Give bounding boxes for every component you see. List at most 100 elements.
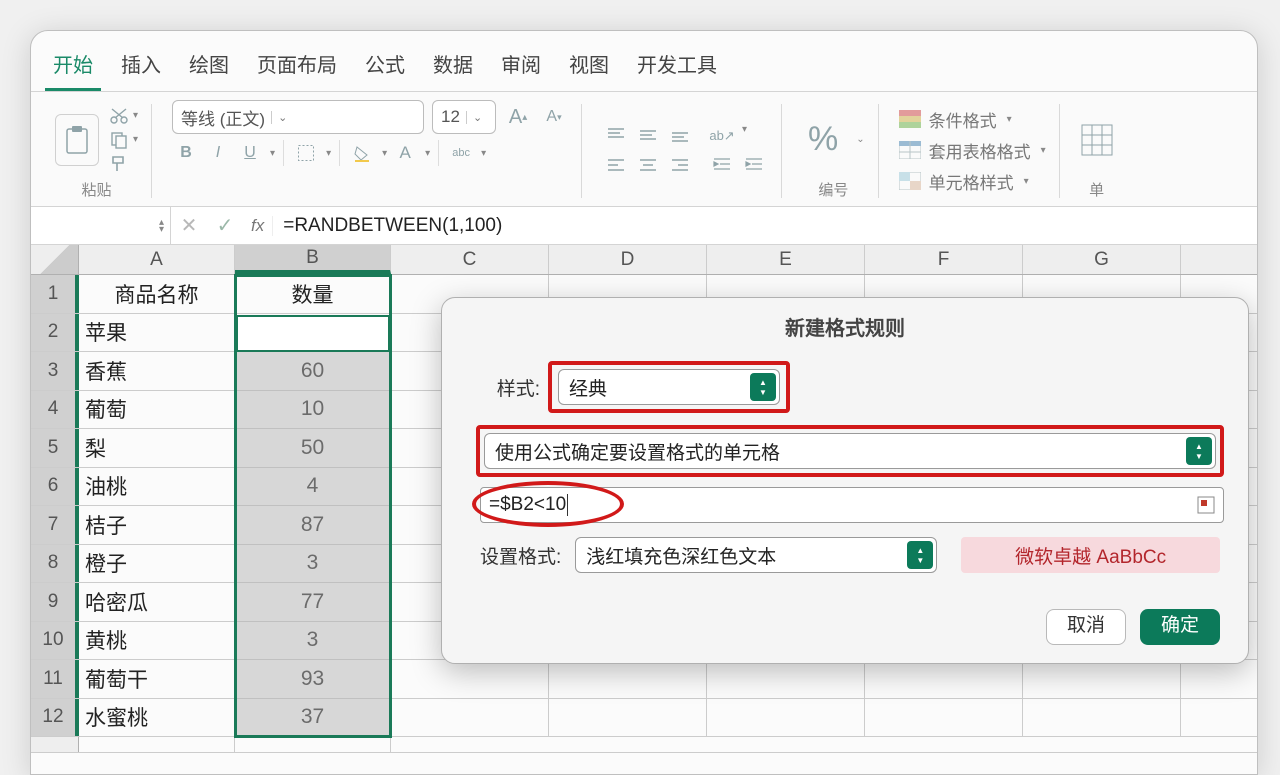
indent-inc-icon[interactable] <box>740 152 768 176</box>
cell[interactable]: 水蜜桃 <box>79 699 235 737</box>
copy-icon[interactable] <box>109 130 129 150</box>
range-picker-icon[interactable] <box>1197 496 1215 514</box>
cell[interactable]: 葡萄干 <box>79 660 235 698</box>
cell[interactable]: 3 <box>235 545 391 583</box>
style-select[interactable]: 经典 <box>558 369 780 405</box>
cell[interactable]: 商品名称 <box>79 275 235 313</box>
col-header-g[interactable]: G <box>1023 245 1181 274</box>
cell[interactable]: 桔子 <box>79 506 235 544</box>
chevron-down-icon[interactable]: ⌄ <box>856 134 864 145</box>
align-top-icon[interactable] <box>602 122 630 148</box>
row-header[interactable]: 11 <box>31 660 79 698</box>
format-as-table-button[interactable]: 套用表格格式▾ <box>899 138 1046 163</box>
row-header[interactable]: 1 <box>31 275 79 313</box>
cancel-button[interactable]: 取消 <box>1046 609 1126 645</box>
cell[interactable] <box>1023 699 1181 737</box>
row-header[interactable]: 2 <box>31 314 79 352</box>
row-header[interactable]: 7 <box>31 506 79 544</box>
chevron-down-icon[interactable]: ▾ <box>133 110 138 121</box>
cell[interactable] <box>549 660 707 698</box>
tab-dev[interactable]: 开发工具 <box>629 45 725 91</box>
phonetic-button[interactable]: abc <box>447 141 475 165</box>
font-name-combo[interactable]: 等线 (正文)⌄ <box>172 100 424 134</box>
ok-button[interactable]: 确定 <box>1140 609 1220 645</box>
cell[interactable]: 黄桃 <box>79 622 235 660</box>
cell[interactable]: 3 <box>235 622 391 660</box>
cell[interactable]: 87 <box>235 506 391 544</box>
cut-icon[interactable] <box>109 106 129 126</box>
cell[interactable] <box>707 660 865 698</box>
border-button[interactable] <box>292 141 320 165</box>
bold-button[interactable]: B <box>172 141 200 165</box>
percent-icon[interactable]: % <box>802 120 844 159</box>
orientation-icon[interactable]: ab↗ <box>708 124 736 148</box>
col-header-e[interactable]: E <box>707 245 865 274</box>
fx-icon[interactable]: fx <box>243 216 273 236</box>
row-header[interactable]: 5 <box>31 429 79 467</box>
chevron-down-icon[interactable]: ▾ <box>133 134 138 145</box>
cell[interactable] <box>707 699 865 737</box>
cell[interactable]: 77 <box>235 583 391 621</box>
cell[interactable]: 苹果 <box>79 314 235 352</box>
font-size-combo[interactable]: 12⌄ <box>432 100 496 134</box>
tab-home[interactable]: 开始 <box>45 45 101 91</box>
cell[interactable] <box>549 699 707 737</box>
cell[interactable]: 50 <box>235 429 391 467</box>
cell[interactable]: 37 <box>235 699 391 737</box>
fill-color-button[interactable] <box>348 141 376 165</box>
tab-view[interactable]: 视图 <box>561 45 617 91</box>
italic-button[interactable]: I <box>204 141 232 165</box>
cell[interactable] <box>1023 660 1181 698</box>
tab-draw[interactable]: 绘图 <box>181 45 237 91</box>
cell[interactable]: 葡萄 <box>79 391 235 429</box>
col-header-a[interactable]: A <box>79 245 235 274</box>
cell[interactable] <box>865 699 1023 737</box>
rule-formula-input[interactable]: =$B2<10 <box>480 487 1224 523</box>
name-box-stepper[interactable]: ▴▾ <box>159 219 164 233</box>
cell[interactable]: 油桃 <box>79 468 235 506</box>
cell[interactable]: 58 <box>235 314 391 352</box>
cell[interactable]: 60 <box>235 352 391 390</box>
cell[interactable]: 香蕉 <box>79 352 235 390</box>
cell-styles-button[interactable]: 单元格样式▾ <box>899 169 1046 194</box>
row-header[interactable] <box>31 737 79 752</box>
row-header[interactable]: 10 <box>31 622 79 660</box>
row-header[interactable]: 6 <box>31 468 79 506</box>
format-with-select[interactable]: 浅红填充色深红色文本 <box>575 537 937 573</box>
row-header[interactable]: 12 <box>31 699 79 737</box>
tab-layout[interactable]: 页面布局 <box>249 45 345 91</box>
formula-text[interactable]: =RANDBETWEEN(1,100) <box>273 215 502 237</box>
cell[interactable]: 数量 <box>235 275 391 313</box>
rule-type-select[interactable]: 使用公式确定要设置格式的单元格 <box>484 433 1216 469</box>
align-mid-icon[interactable] <box>634 122 662 148</box>
col-header-b[interactable]: B <box>235 245 391 274</box>
cancel-formula-icon[interactable]: ✕ <box>171 213 207 238</box>
format-painter-icon[interactable] <box>109 154 129 174</box>
cell[interactable]: 橙子 <box>79 545 235 583</box>
paste-button[interactable] <box>55 114 99 166</box>
cell-insert-icon[interactable] <box>1080 123 1114 157</box>
tab-review[interactable]: 审阅 <box>493 45 549 91</box>
cell[interactable] <box>79 737 235 752</box>
row-header[interactable]: 8 <box>31 545 79 583</box>
decrease-font-icon[interactable]: A▾ <box>540 105 568 129</box>
cell[interactable]: 4 <box>235 468 391 506</box>
increase-font-icon[interactable]: A▴ <box>504 105 532 129</box>
cell[interactable] <box>391 660 549 698</box>
indent-dec-icon[interactable] <box>708 152 736 176</box>
align-right-icon[interactable] <box>666 152 694 178</box>
row-header[interactable]: 3 <box>31 352 79 390</box>
align-bot-icon[interactable] <box>666 122 694 148</box>
underline-button[interactable]: U <box>236 141 264 165</box>
cell[interactable] <box>391 699 549 737</box>
tab-data[interactable]: 数据 <box>425 45 481 91</box>
col-header-f[interactable]: F <box>865 245 1023 274</box>
col-header-d[interactable]: D <box>549 245 707 274</box>
cell[interactable]: 93 <box>235 660 391 698</box>
name-box[interactable]: ▴▾ <box>31 207 171 244</box>
cell[interactable] <box>235 737 391 752</box>
row-header[interactable]: 9 <box>31 583 79 621</box>
cell[interactable]: 哈密瓜 <box>79 583 235 621</box>
row-header[interactable]: 4 <box>31 391 79 429</box>
font-color-button[interactable]: A <box>391 141 419 165</box>
